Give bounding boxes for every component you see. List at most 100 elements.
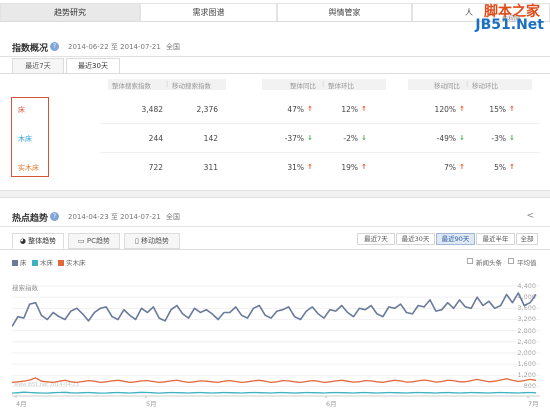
arrow-up-icon: ↑: [509, 105, 515, 113]
overall-mom-value: -2%: [343, 134, 358, 143]
tab-pc-trend[interactable]: ▭ PC趋势: [68, 233, 120, 249]
index-overview-title: 指数概况: [12, 44, 49, 54]
news-headline-checkbox[interactable]: [467, 258, 473, 264]
tab-mobile-trend[interactable]: ▯ 移动趋势: [124, 233, 180, 249]
tab-sentiment[interactable]: 舆情管家: [277, 3, 412, 21]
tabs-baseline: [0, 73, 550, 74]
header-sep-2: |: [322, 80, 325, 88]
series-line-1: [12, 391, 537, 394]
overview-date-range: 2014-06-22 至 2014-07-21: [68, 42, 161, 52]
tab-pc-trend-label: PC趋势: [86, 237, 110, 245]
series-line-0: [12, 292, 537, 327]
tab-mobile-trend-label: 移动趋势: [141, 237, 170, 245]
date-start: 2014-06-22: [68, 43, 109, 51]
trend-scope: 全国: [166, 213, 180, 221]
date-to: 至: [110, 43, 118, 51]
overview-table-header: 整体搜索指数 | 移动搜索指数 整体同比 | 整体环比 移动同比 | 移动环比: [0, 80, 550, 90]
section-divider: [0, 190, 550, 198]
range-7-days[interactable]: 最近7天: [357, 233, 395, 245]
date-to: 至: [110, 213, 118, 221]
table-row: 木床 244 142 -37% ↓ -2% ↓ -49% ↓ -3% ↓: [0, 125, 550, 153]
header-overall-yoy: 整体同比: [290, 82, 316, 90]
header-sep-3: |: [466, 80, 469, 88]
tab-trend-research[interactable]: 趋势研究: [0, 3, 140, 21]
legend-wood-bed[interactable]: 木床: [32, 257, 53, 267]
range-all[interactable]: 全部: [516, 233, 538, 245]
arrow-up-icon: ↑: [307, 163, 313, 171]
header-sep-1: |: [166, 80, 169, 88]
monitor-icon: ▭: [78, 237, 85, 245]
range-half-year[interactable]: 最近半年: [476, 233, 515, 245]
mobile-yoy-value: 7%: [444, 163, 456, 172]
mobile-mom-value: 5%: [494, 163, 506, 172]
mobile-index-value: 2,376: [196, 105, 218, 114]
overview-scope: 全国: [166, 43, 180, 51]
arrow-down-icon: ↓: [307, 134, 313, 142]
overall-yoy-value: 47%: [287, 105, 304, 114]
average-label: 平均值: [517, 259, 537, 267]
legend-label: 木床: [40, 259, 53, 267]
arrow-down-icon: ↓: [459, 134, 465, 142]
series-line-2: [12, 377, 537, 384]
watermark-sub: JB51.Net: [475, 17, 544, 33]
table-row: 床 3,482 2,376 47% ↑ 12% ↑ 120% ↑ 15% ↑: [0, 96, 550, 124]
news-headline-label: 新闻头条: [476, 259, 502, 267]
range-30-days[interactable]: 最近30天: [396, 233, 435, 245]
legend-swatch: [58, 260, 64, 266]
overall-yoy-value: 31%: [287, 163, 304, 172]
arrow-up-icon: ↑: [361, 163, 367, 171]
row-divider: [100, 123, 540, 124]
keyword-bed[interactable]: 床: [18, 105, 25, 115]
trend-divider: [0, 226, 550, 227]
date-end: 2014-07-21: [120, 43, 161, 51]
arrow-down-icon: ↓: [361, 134, 367, 142]
trend-tabs-baseline: [0, 249, 550, 250]
header-mobile-index: 移动搜索指数: [172, 82, 211, 90]
overview-range-tabs: 最近7天 最近30天: [12, 58, 132, 74]
average-checkbox[interactable]: [508, 258, 514, 264]
mobile-yoy-value: -49%: [436, 134, 456, 143]
keyword-solid-wood-bed[interactable]: 实木床: [18, 163, 39, 173]
mobile-mom-value: -3%: [491, 134, 506, 143]
x-tick-label: 7月: [528, 400, 539, 408]
legend-label: 实木床: [66, 259, 86, 267]
legend-swatch: [32, 260, 38, 266]
tab-last-7-days[interactable]: 最近7天: [12, 58, 64, 74]
table-row: 实木床 722 311 31% ↑ 19% ↑ 7% ↑ 5% ↑: [0, 154, 550, 182]
overall-index-value: 722: [148, 163, 163, 172]
tab-last-30-days[interactable]: 最近30天: [66, 58, 120, 74]
header-mobile-yoy: 移动同比: [434, 82, 460, 90]
index-overview-header: 指数概况 ? 2014-06-22 至 2014-07-21 全国: [0, 36, 550, 56]
x-tick-label: 6月: [326, 400, 337, 408]
x-tick-label: 5月: [146, 400, 157, 408]
pie-icon: ◕: [19, 237, 26, 245]
trend-line-chart[interactable]: [12, 280, 540, 398]
keyword-wood-bed[interactable]: 木床: [18, 134, 32, 144]
range-90-days[interactable]: 最近90天: [436, 233, 475, 245]
mobile-mom-value: 15%: [489, 105, 506, 114]
mobile-yoy-value: 120%: [434, 105, 456, 114]
overall-mom-value: 12%: [341, 105, 358, 114]
legend-solid-wood-bed[interactable]: 实木床: [58, 257, 86, 267]
legend-label: 床: [20, 259, 27, 267]
arrow-up-icon: ↑: [459, 163, 465, 171]
overall-yoy-value: -37%: [284, 134, 304, 143]
legend-swatch: [12, 260, 18, 266]
trend-date-range: 2014-04-23 至 2014-07-21: [68, 212, 161, 222]
header-overall-index: 整体搜索指数: [112, 82, 151, 90]
tab-overall-trend[interactable]: ◕ 整体趋势: [12, 233, 64, 249]
hot-trend-title: 热点趋势: [12, 214, 49, 224]
overall-mom-value: 19%: [341, 163, 358, 172]
arrow-up-icon: ↑: [459, 105, 465, 113]
arrow-up-icon: ↑: [361, 105, 367, 113]
header-overall-mom: 整体环比: [328, 82, 354, 90]
overview-divider: [0, 56, 550, 57]
date-start: 2014-04-23: [68, 213, 109, 221]
legend-bed[interactable]: 床: [12, 257, 27, 267]
share-icon[interactable]: <: [526, 211, 534, 221]
mobile-index-value: 142: [203, 134, 218, 143]
help-icon[interactable]: ?: [50, 212, 59, 221]
help-icon[interactable]: ?: [50, 42, 59, 51]
tab-demand-map[interactable]: 需求图谱: [140, 3, 277, 21]
trend-type-tabs: ◕ 整体趋势 ▭ PC趋势 ▯ 移动趋势: [12, 233, 182, 249]
